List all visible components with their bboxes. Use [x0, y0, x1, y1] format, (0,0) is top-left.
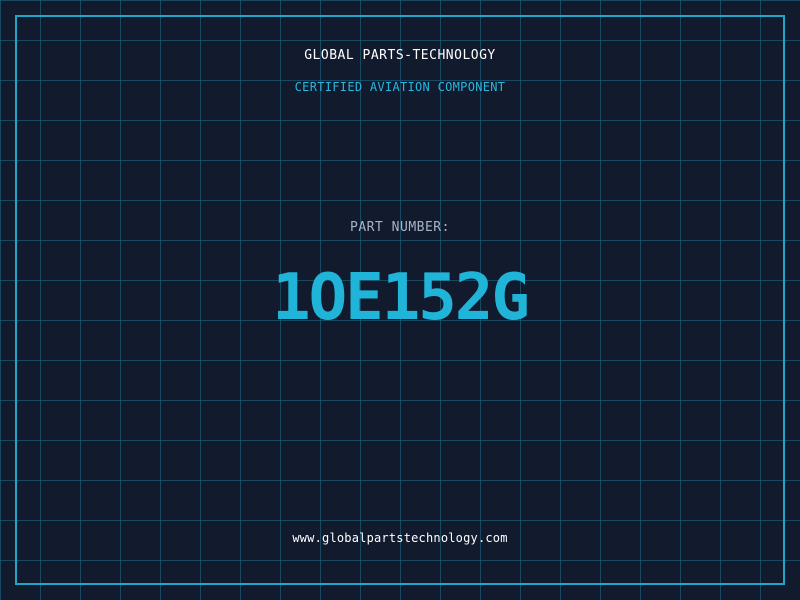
website-url: www.globalpartstechnology.com: [292, 531, 508, 545]
company-name: GLOBAL PARTS-TECHNOLOGY: [304, 48, 496, 63]
certification-subtitle: CERTIFIED AVIATION COMPONENT: [294, 80, 506, 94]
part-number-label: PART NUMBER:: [350, 220, 450, 235]
part-label-card: GLOBAL PARTS-TECHNOLOGY CERTIFIED AVIATI…: [0, 0, 800, 600]
part-number-value: 1OE152G: [272, 261, 530, 335]
